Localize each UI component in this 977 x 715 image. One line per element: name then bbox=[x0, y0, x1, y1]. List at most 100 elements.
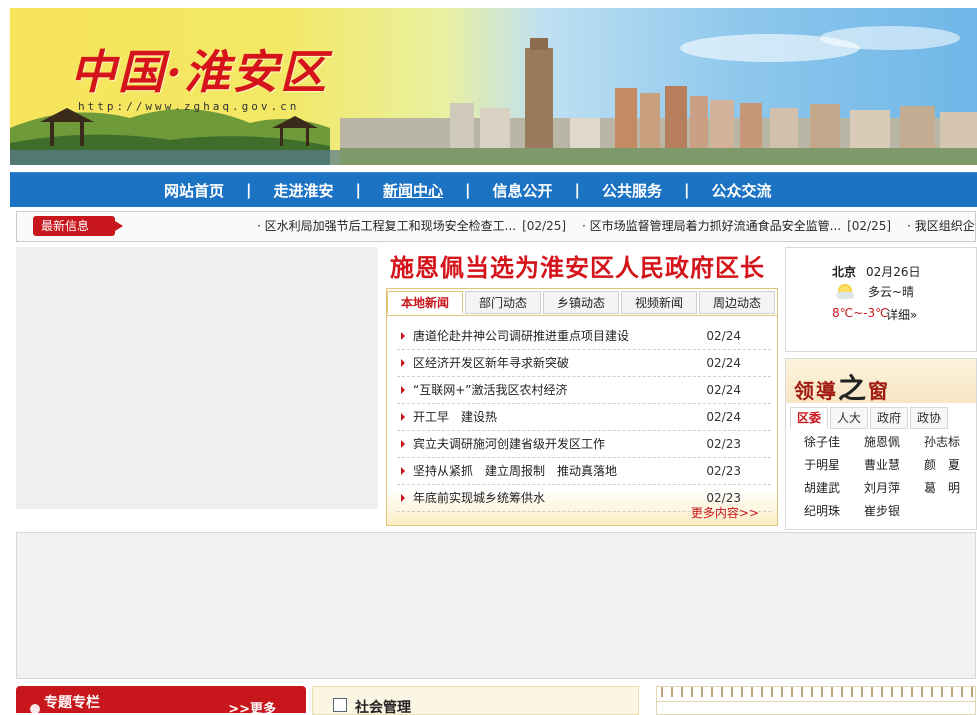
site-logo[interactable]: 中国·淮安区 bbox=[70, 36, 328, 102]
weather-city: 北京 bbox=[832, 265, 857, 279]
news-list-item[interactable]: 宾立夫调研施河创建省级开发区工作 02/23 bbox=[397, 431, 771, 458]
leaders-header: 领導之窗 bbox=[786, 359, 976, 405]
ticker-item-title: · 我区组织企 bbox=[907, 219, 975, 233]
nav-link[interactable]: 公众交流 bbox=[698, 180, 786, 201]
leader-name-link[interactable]: 孙志标 bbox=[912, 433, 972, 452]
triangle-bullet-icon bbox=[401, 413, 405, 421]
ticker-item-title: · 区市场监督管理局着力抓好流通食品安全监管... bbox=[582, 219, 842, 233]
main-nav-list: 网站首页 | 走进淮安 | 新闻中心 | 信息公开 | 公共服务 | 公众交流 bbox=[150, 173, 786, 207]
news-tab[interactable]: 乡镇动态 bbox=[543, 291, 619, 314]
header-banner: 中国·淮安区 http://www.zghaq.gov.cn bbox=[10, 8, 977, 165]
leaders-tab[interactable]: 区委 bbox=[790, 407, 829, 429]
leaders-title-c: 窗 bbox=[868, 379, 891, 403]
site-url: http://www.zghaq.gov.cn bbox=[78, 100, 300, 113]
nav-link[interactable]: 新闻中心 bbox=[369, 180, 457, 201]
special-topics-more-link[interactable]: >>更多 bbox=[228, 698, 276, 713]
nav-separator: | bbox=[246, 181, 252, 199]
leader-name-link[interactable]: 崔步银 bbox=[852, 502, 912, 521]
special-topics-title: 专题专栏 bbox=[44, 695, 100, 711]
nav-item: 新闻中心 | bbox=[369, 180, 479, 201]
nav-link[interactable]: 走进淮安 bbox=[260, 180, 348, 201]
leader-name-link[interactable]: 葛 明 bbox=[912, 479, 972, 498]
leaders-tab[interactable]: 政府 bbox=[870, 407, 909, 429]
nav-item: 走进淮安 | bbox=[260, 180, 370, 201]
nav-separator: | bbox=[465, 181, 471, 199]
news-item-title[interactable]: 坚持从紧抓 建立周报制 推动真落地 bbox=[413, 458, 617, 484]
leaders-tabs: 区委 人大 政府 政协 bbox=[790, 407, 950, 429]
triangle-bullet-icon bbox=[401, 359, 405, 367]
news-item-date: 02/24 bbox=[706, 383, 741, 397]
news-list-item[interactable]: 唐道伦赴井神公司调研推进重点项目建设 02/24 bbox=[397, 323, 771, 350]
triangle-bullet-icon bbox=[401, 494, 405, 502]
nav-item: 公众交流 bbox=[698, 180, 786, 201]
ticker-item-title: · 区水利局加强节后工程复工和现场安全检查工... bbox=[257, 219, 517, 233]
more-news-link[interactable]: 更多内容>> bbox=[691, 504, 759, 521]
triangle-bullet-icon bbox=[401, 467, 405, 475]
ticker-item[interactable]: · 区市场监督管理局着力抓好流通食品安全监管... [02/25] bbox=[582, 219, 891, 233]
nav-link[interactable]: 公共服务 bbox=[588, 180, 676, 201]
news-list-item[interactable]: 区经济开发区新年寻求新突破 02/24 bbox=[397, 350, 771, 377]
nav-link[interactable]: 网站首页 bbox=[150, 180, 238, 201]
bullet-icon bbox=[30, 704, 40, 713]
leader-name-link[interactable]: 纪明珠 bbox=[792, 502, 852, 521]
leader-name-link[interactable]: 胡建武 bbox=[792, 479, 852, 498]
news-item-title[interactable]: 宾立夫调研施河创建省级开发区工作 bbox=[413, 431, 605, 457]
nav-item: 网站首页 | bbox=[150, 180, 260, 201]
weather-date: 02月26日 bbox=[866, 265, 921, 279]
special-topics-header: 专题专栏 >>更多 bbox=[16, 686, 306, 713]
news-tab[interactable]: 本地新闻 bbox=[387, 291, 463, 314]
leader-name-link[interactable]: 曹业慧 bbox=[852, 456, 912, 475]
ticker-item[interactable]: · 区水利局加强节后工程复工和现场安全检查工... [02/25] bbox=[257, 219, 566, 233]
news-item-title[interactable]: 开工早 建设热 bbox=[413, 404, 497, 430]
leader-name-link[interactable]: 刘月萍 bbox=[852, 479, 912, 498]
nav-item: 信息公开 | bbox=[479, 180, 589, 201]
latest-news-label: 最新信息 bbox=[33, 216, 123, 236]
leaders-title-b: 之 bbox=[838, 372, 869, 405]
news-list: 唐道伦赴井神公司调研推进重点项目建设 02/24 区经济开发区新年寻求新突破 02/2… bbox=[397, 323, 771, 512]
leader-name-link[interactable]: 于明星 bbox=[792, 456, 852, 475]
nav-separator: | bbox=[684, 181, 690, 199]
ticker-item[interactable]: · 我区组织企 bbox=[907, 219, 975, 233]
leaders-title-a: 领導 bbox=[794, 379, 838, 403]
leader-name-link[interactable]: 颜 夏 bbox=[912, 456, 972, 475]
news-tabs-panel: 本地新闻 部门动态 乡镇动态 视频新闻 周边动态 唐道伦赴井神公司调研推进重点项目建设 0… bbox=[386, 288, 778, 526]
leaders-tab[interactable]: 人大 bbox=[830, 407, 869, 429]
news-item-date: 02/23 bbox=[706, 437, 741, 451]
news-item-date: 02/24 bbox=[706, 356, 741, 370]
weather-detail-link[interactable]: 详细» bbox=[886, 306, 917, 323]
news-item-title[interactable]: “互联网+”激活我区农村经济 bbox=[413, 377, 568, 403]
news-tabs: 本地新闻 部门动态 乡镇动态 视频新闻 周边动态 bbox=[387, 289, 777, 316]
nav-separator: | bbox=[574, 181, 580, 199]
edit-icon bbox=[333, 698, 347, 712]
main-nav: 网站首页 | 走进淮安 | 新闻中心 | 信息公开 | 公共服务 | 公众交流 bbox=[10, 172, 977, 207]
nav-link[interactable]: 信息公开 bbox=[479, 180, 567, 201]
photo-news-slot[interactable] bbox=[16, 247, 378, 509]
leader-name-link[interactable]: 徐子佳 bbox=[792, 433, 852, 452]
leaders-name-grid: 徐子佳 施恩佩 孙志标于明星 曹业慧颜 夏胡建武 刘月萍葛 明纪明珠 崔步银 bbox=[792, 433, 972, 521]
weather-widget: 北京 02月26日 多云~晴 8℃~-3℃ 详细» bbox=[785, 247, 977, 352]
news-tab[interactable]: 周边动态 bbox=[699, 291, 775, 314]
news-list-item[interactable]: “互联网+”激活我区农村经济 02/24 bbox=[397, 377, 771, 404]
headline-news[interactable]: 施恩佩当选为淮安区人民政府区长 bbox=[390, 248, 765, 283]
news-tab[interactable]: 视频新闻 bbox=[621, 291, 697, 314]
social-management-title: 社会管理 bbox=[355, 700, 411, 715]
ticker-item-date: [02/25] bbox=[847, 219, 892, 233]
notebook-rings bbox=[661, 687, 973, 697]
news-list-item[interactable]: 坚持从紧抓 建立周报制 推动真落地 02/23 bbox=[397, 458, 771, 485]
nav-item: 公共服务 | bbox=[588, 180, 698, 201]
latest-news-ticker: 最新信息 · 区水利局加强节后工程复工和现场安全检查工... [02/25] · 区… bbox=[16, 211, 976, 242]
news-item-title[interactable]: 唐道伦赴井神公司调研推进重点项目建设 bbox=[413, 323, 629, 349]
ticker-track: · 区水利局加强节后工程复工和现场安全检查工... [02/25] · 区市场监督管… bbox=[257, 212, 975, 241]
leaders-tab[interactable]: 政协 bbox=[910, 407, 949, 429]
nav-separator: | bbox=[355, 181, 361, 199]
news-item-title[interactable]: 区经济开发区新年寻求新突破 bbox=[413, 350, 569, 376]
notebook-divider bbox=[657, 701, 975, 702]
news-tab[interactable]: 部门动态 bbox=[465, 291, 541, 314]
news-list-item[interactable]: 开工早 建设热 02/24 bbox=[397, 404, 771, 431]
triangle-bullet-icon bbox=[401, 386, 405, 394]
news-item-title[interactable]: 年底前实现城乡统筹供水 bbox=[413, 485, 545, 511]
news-item-date: 02/24 bbox=[706, 329, 741, 343]
banner-ad-slot[interactable] bbox=[16, 532, 976, 679]
social-management-header: 社会管理 bbox=[312, 686, 639, 715]
leader-name-link[interactable]: 施恩佩 bbox=[852, 433, 912, 452]
